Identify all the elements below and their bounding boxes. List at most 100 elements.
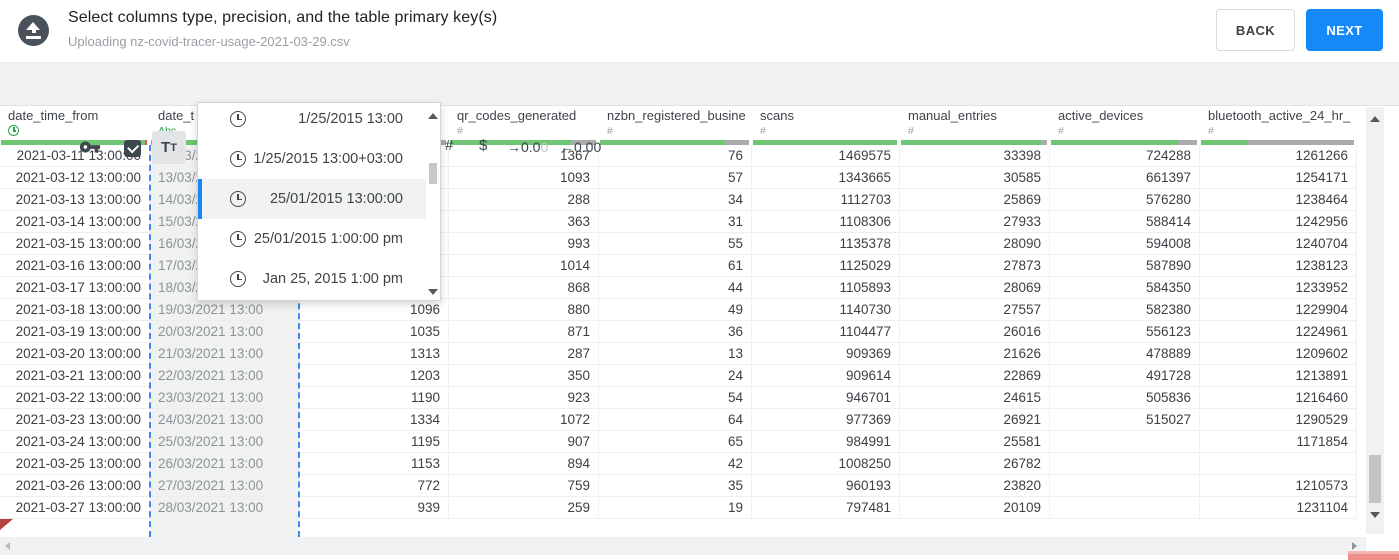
table-cell[interactable]: 993 — [449, 233, 599, 255]
table-cell[interactable]: 2021-03-15 13:00:00 — [0, 233, 150, 255]
format-option[interactable]: 25/01/2015 1:00:00 pm — [198, 219, 427, 259]
table-cell[interactable] — [1200, 453, 1357, 475]
table-cell[interactable]: 65 — [599, 431, 752, 453]
table-cell[interactable]: 26921 — [900, 409, 1050, 431]
table-cell[interactable]: 35 — [599, 475, 752, 497]
table-cell[interactable]: 1125029 — [752, 255, 900, 277]
table-cell[interactable]: 946701 — [752, 387, 900, 409]
table-cell[interactable]: 1242956 — [1200, 211, 1357, 233]
text-type-button[interactable]: TT — [152, 131, 186, 164]
next-button[interactable]: NEXT — [1306, 9, 1383, 51]
table-cell[interactable]: 1290529 — [1200, 409, 1357, 431]
horizontal-scrollbar-thumb[interactable] — [1348, 551, 1399, 560]
table-cell[interactable]: 25869 — [900, 189, 1050, 211]
table-cell[interactable]: 977369 — [752, 409, 900, 431]
table-cell[interactable]: 909369 — [752, 343, 900, 365]
dropdown-scrollbar-thumb[interactable] — [429, 163, 437, 184]
table-cell[interactable]: 1254171 — [1200, 167, 1357, 189]
table-cell[interactable] — [1050, 431, 1200, 453]
table-cell[interactable]: 880 — [449, 299, 599, 321]
table-cell[interactable]: 19/03/2021 13:00 — [150, 299, 300, 321]
table-cell[interactable]: 1469575 — [752, 145, 900, 167]
table-cell[interactable]: 24615 — [900, 387, 1050, 409]
table-cell[interactable]: 23820 — [900, 475, 1050, 497]
table-cell[interactable]: 2021-03-19 13:00:00 — [0, 321, 150, 343]
table-cell[interactable]: 2021-03-14 13:00:00 — [0, 211, 150, 233]
primary-key-icon[interactable] — [78, 136, 102, 158]
scroll-up-icon[interactable] — [1370, 116, 1380, 122]
format-option[interactable]: 1/25/2015 13:00+03:00 — [198, 139, 427, 179]
table-cell[interactable]: 584350 — [1050, 277, 1200, 299]
table-cell[interactable]: 1171854 — [1200, 431, 1357, 453]
table-cell[interactable]: 49 — [599, 299, 752, 321]
table-cell[interactable]: 1195 — [300, 431, 449, 453]
decrease-decimal-button[interactable]: ←0.00 — [560, 139, 601, 155]
horizontal-scrollbar[interactable] — [0, 537, 1366, 555]
table-cell[interactable] — [1050, 475, 1200, 497]
column-header-nzbn_registered_busine[interactable]: nzbn_registered_busine # — [599, 107, 752, 145]
back-button[interactable]: BACK — [1216, 9, 1295, 51]
table-cell[interactable]: 2021-03-24 13:00:00 — [0, 431, 150, 453]
table-cell[interactable]: 1343665 — [752, 167, 900, 189]
table-cell[interactable]: 1229904 — [1200, 299, 1357, 321]
table-cell[interactable] — [1050, 497, 1200, 519]
table-cell[interactable]: 33398 — [900, 145, 1050, 167]
table-cell[interactable]: 1233952 — [1200, 277, 1357, 299]
table-cell[interactable]: 2021-03-20 13:00:00 — [0, 343, 150, 365]
scroll-down-icon[interactable] — [1370, 512, 1380, 518]
table-cell[interactable]: 1104477 — [752, 321, 900, 343]
table-cell[interactable]: 1035 — [300, 321, 449, 343]
scroll-left-icon[interactable] — [5, 541, 10, 550]
table-cell[interactable]: 22869 — [900, 365, 1050, 387]
increase-decimal-button[interactable]: →0.00 — [507, 139, 548, 155]
table-cell[interactable]: 25/03/2021 13:00 — [150, 431, 300, 453]
table-cell[interactable]: 259 — [449, 497, 599, 519]
table-cell[interactable]: 909614 — [752, 365, 900, 387]
table-cell[interactable]: 759 — [449, 475, 599, 497]
table-cell[interactable]: 25581 — [900, 431, 1050, 453]
table-cell[interactable]: 2021-03-22 13:00:00 — [0, 387, 150, 409]
table-cell[interactable]: 28090 — [900, 233, 1050, 255]
table-cell[interactable]: 2021-03-18 13:00:00 — [0, 299, 150, 321]
table-cell[interactable]: 1210573 — [1200, 475, 1357, 497]
table-cell[interactable]: 1093 — [449, 167, 599, 189]
table-cell[interactable]: 22/03/2021 13:00 — [150, 365, 300, 387]
table-cell[interactable]: 960193 — [752, 475, 900, 497]
table-cell[interactable]: 478889 — [1050, 343, 1200, 365]
table-cell[interactable]: 30585 — [900, 167, 1050, 189]
table-cell[interactable]: 2021-03-27 13:00:00 — [0, 497, 150, 519]
vertical-scrollbar[interactable] — [1366, 107, 1384, 534]
number-type-button[interactable]: # — [445, 137, 453, 154]
format-option[interactable]: 25/01/2015 13:00:00 — [198, 179, 427, 219]
table-cell[interactable]: 1238464 — [1200, 189, 1357, 211]
table-cell[interactable]: 868 — [449, 277, 599, 299]
table-cell[interactable]: 1261266 — [1200, 145, 1357, 167]
table-cell[interactable]: 1216460 — [1200, 387, 1357, 409]
scroll-up-icon[interactable] — [428, 113, 438, 119]
table-cell[interactable]: 24/03/2021 13:00 — [150, 409, 300, 431]
table-cell[interactable]: 1135378 — [752, 233, 900, 255]
table-cell[interactable]: 939 — [300, 497, 449, 519]
table-cell[interactable]: 363 — [449, 211, 599, 233]
table-cell[interactable]: 2021-03-21 13:00:00 — [0, 365, 150, 387]
table-cell[interactable]: 27/03/2021 13:00 — [150, 475, 300, 497]
table-cell[interactable]: 27933 — [900, 211, 1050, 233]
table-cell[interactable]: 1240704 — [1200, 233, 1357, 255]
table-cell[interactable]: 2021-03-13 13:00:00 — [0, 189, 150, 211]
table-cell[interactable]: 288 — [449, 189, 599, 211]
table-cell[interactable]: 661397 — [1050, 167, 1200, 189]
table-cell[interactable]: 1209602 — [1200, 343, 1357, 365]
table-cell[interactable]: 1072 — [449, 409, 599, 431]
table-cell[interactable]: 54 — [599, 387, 752, 409]
table-cell[interactable]: 1108306 — [752, 211, 900, 233]
table-cell[interactable]: 772 — [300, 475, 449, 497]
table-cell[interactable]: 26782 — [900, 453, 1050, 475]
table-cell[interactable]: 36 — [599, 321, 752, 343]
table-cell[interactable]: 1334 — [300, 409, 449, 431]
table-cell[interactable]: 582380 — [1050, 299, 1200, 321]
table-cell[interactable]: 26016 — [900, 321, 1050, 343]
include-column-checkbox[interactable] — [124, 140, 141, 157]
table-cell[interactable]: 76 — [599, 145, 752, 167]
scroll-down-icon[interactable] — [428, 289, 438, 295]
table-cell[interactable]: 1112703 — [752, 189, 900, 211]
